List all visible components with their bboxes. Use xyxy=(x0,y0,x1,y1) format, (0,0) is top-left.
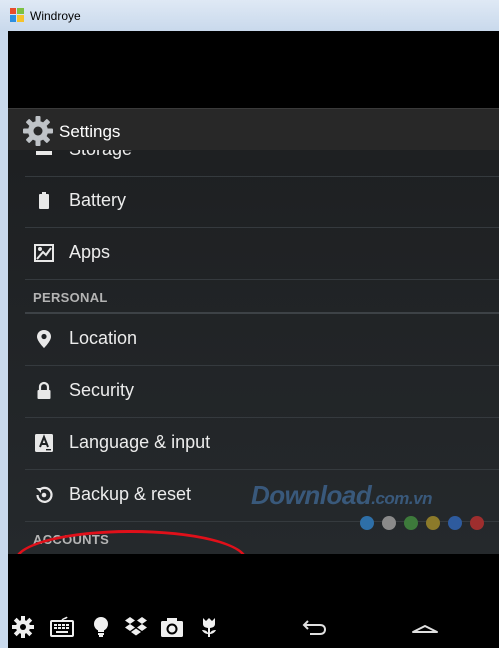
watermark-dot xyxy=(448,516,462,530)
apps-icon xyxy=(34,244,54,262)
watermark-dot xyxy=(404,516,418,530)
camera-icon[interactable] xyxy=(160,615,184,639)
back-icon[interactable] xyxy=(302,615,328,639)
window-titlebar: Windroye xyxy=(0,0,499,32)
section-label: PERSONAL xyxy=(33,290,108,305)
action-bar: Settings xyxy=(8,108,499,151)
settings-item-storage[interactable]: Storage xyxy=(25,150,499,177)
tulip-icon[interactable] xyxy=(197,615,221,639)
section-header-personal: PERSONAL xyxy=(25,280,499,314)
settings-icon[interactable] xyxy=(11,615,35,639)
settings-item-location[interactable]: Location xyxy=(25,314,499,366)
windroye-logo-icon xyxy=(10,8,24,22)
watermark-text: Download xyxy=(251,480,372,510)
backup-icon xyxy=(36,486,53,503)
battery-icon xyxy=(39,192,49,209)
watermark-dot xyxy=(382,516,396,530)
settings-item-label: Apps xyxy=(69,242,111,262)
settings-item-label: Storage xyxy=(69,150,132,160)
keyboard-icon[interactable] xyxy=(50,615,74,639)
settings-item-battery[interactable]: Battery xyxy=(25,176,499,228)
android-screen: Settings Storage Battery xyxy=(8,31,499,648)
window-frame xyxy=(0,31,8,648)
window-title: Windroye xyxy=(30,9,81,23)
bottom-taskbar xyxy=(8,554,499,648)
watermark-dot xyxy=(426,516,440,530)
watermark-dot xyxy=(470,516,484,530)
watermark-dot xyxy=(360,516,374,530)
watermark: Download.com.vn xyxy=(251,480,432,511)
keyboard-a-icon xyxy=(35,434,53,452)
app-title: Settings xyxy=(59,122,121,141)
lightbulb-icon[interactable] xyxy=(89,615,113,639)
settings-item-label: Location xyxy=(69,328,138,348)
location-icon xyxy=(37,330,51,348)
lock-icon xyxy=(37,381,51,399)
settings-item-language-input[interactable]: Language & input xyxy=(25,418,499,470)
settings-item-label: Battery xyxy=(69,190,127,210)
settings-item-label: Security xyxy=(69,380,135,400)
watermark-suffix: .com.vn xyxy=(371,489,432,508)
storage-icon xyxy=(36,151,52,155)
settings-item-label: Backup & reset xyxy=(69,484,192,504)
watermark-dots xyxy=(360,516,492,535)
settings-item-security[interactable]: Security xyxy=(25,366,499,418)
dropbox-icon[interactable] xyxy=(124,615,148,639)
settings-app-icon[interactable] xyxy=(22,115,54,147)
settings-item-apps[interactable]: Apps xyxy=(25,228,499,280)
settings-item-label: Language & input xyxy=(69,432,211,452)
home-icon[interactable] xyxy=(410,615,440,639)
